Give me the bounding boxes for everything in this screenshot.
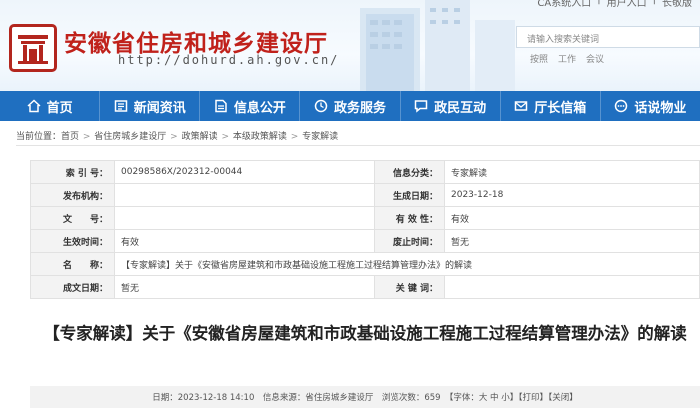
table-row: 生效时间： 有效 废止时间： 暂无 bbox=[30, 229, 700, 253]
table-row: 文 号： 有 效 性： 有效 bbox=[30, 206, 700, 230]
talk-icon bbox=[615, 99, 628, 113]
top-links: CA系统入口 | 用户入口 | 长敬版 bbox=[537, 0, 692, 9]
breadcrumb-item[interactable]: 本级政策解读 bbox=[233, 132, 287, 142]
value-effective-date: 有效 bbox=[114, 229, 375, 253]
value-repeal-date: 暂无 bbox=[444, 229, 700, 253]
table-row: 发布机构： 生成日期： 2023-12-18 bbox=[30, 183, 700, 207]
emblem-icon bbox=[18, 35, 48, 64]
table-row: 索 引 号： 00298586X/202312-00044 信息分类： 专家解读 bbox=[30, 160, 700, 184]
table-row: 成文日期： 暂无 关 键 词： bbox=[30, 275, 700, 299]
label-category: 信息分类： bbox=[374, 160, 445, 184]
service-icon bbox=[314, 99, 328, 113]
label-validity: 有 效 性： bbox=[374, 206, 445, 230]
hot-word[interactable]: 工作 bbox=[558, 52, 576, 65]
building-illustration bbox=[360, 0, 515, 91]
top-link-elder[interactable]: 长敬版 bbox=[662, 0, 692, 9]
label-written-date: 成文日期： bbox=[30, 275, 115, 299]
home-icon bbox=[27, 99, 41, 113]
hot-word[interactable]: 会议 bbox=[586, 52, 604, 65]
news-icon bbox=[114, 100, 127, 112]
breadcrumb: 当前位置：首页 > 省住房城乡建设厅 > 政策解读 > 本级政策解读 > 专家解… bbox=[16, 126, 700, 146]
nav-info-public[interactable]: 信息公开 bbox=[200, 91, 301, 121]
search-input[interactable]: 请输入搜索关键词 bbox=[516, 26, 700, 48]
table-row: 名 称： 【专家解读】关于《安徽省房屋建筑和市政基础设施工程施工过程结算管理办法… bbox=[30, 252, 700, 276]
label-publisher: 发布机构： bbox=[30, 183, 115, 207]
site-url: http://dohurd.ah.gov.cn/ bbox=[118, 53, 340, 67]
nav-news[interactable]: 新闻资讯 bbox=[100, 91, 201, 121]
breadcrumb-item[interactable]: 专家解读 bbox=[302, 132, 338, 142]
value-publisher bbox=[114, 183, 375, 207]
hot-word[interactable]: 按照 bbox=[530, 52, 548, 65]
nav-services[interactable]: 政务服务 bbox=[300, 91, 401, 121]
nav-interaction[interactable]: 政民互动 bbox=[401, 91, 501, 121]
nav-label: 新闻资讯 bbox=[133, 100, 186, 116]
value-name: 【专家解读】关于《安徽省房屋建筑和市政基础设施工程施工过程结算管理办法》的解读 bbox=[114, 252, 700, 276]
label-index: 索 引 号： bbox=[30, 160, 115, 184]
label-effective-date: 生效时间： bbox=[30, 229, 115, 253]
main-nav: 首页 新闻资讯 信息公开 政务服务 政民互动 厅长信箱 话说物业 bbox=[0, 91, 700, 121]
label-created-date: 生成日期： bbox=[374, 183, 445, 207]
value-doc-number bbox=[114, 206, 375, 230]
label-doc-number: 文 号： bbox=[30, 206, 115, 230]
breadcrumb-item[interactable]: 政策解读 bbox=[182, 132, 218, 142]
chat-icon bbox=[414, 100, 428, 113]
top-link-sep: | bbox=[597, 0, 600, 9]
nav-label: 政务服务 bbox=[333, 100, 386, 116]
nav-label: 厅长信箱 bbox=[534, 100, 587, 116]
value-category: 专家解读 bbox=[444, 160, 700, 184]
mailbox-icon bbox=[515, 101, 528, 111]
label-name: 名 称： bbox=[30, 252, 115, 276]
nav-label: 话说物业 bbox=[634, 100, 687, 116]
nav-label: 信息公开 bbox=[233, 100, 286, 116]
value-keywords bbox=[444, 275, 700, 299]
nav-label: 政民互动 bbox=[434, 100, 487, 116]
site-header: CA系统入口 | 用户入口 | 长敬版 安徽省住房和城乡建设厅 http://d… bbox=[0, 0, 700, 91]
top-link-sep: | bbox=[653, 0, 656, 9]
document-icon bbox=[215, 99, 227, 113]
article-meta: 日期：2023-12-18 14:10 信息来源：省住房城乡建设厅 浏览次数：6… bbox=[30, 386, 700, 408]
breadcrumb-separator: > bbox=[80, 132, 94, 142]
top-link-user[interactable]: 用户入口 bbox=[607, 0, 647, 9]
value-created-date: 2023-12-18 bbox=[444, 183, 700, 207]
nav-home[interactable]: 首页 bbox=[0, 91, 101, 121]
nav-mailbox[interactable]: 厅长信箱 bbox=[501, 91, 601, 121]
value-validity: 有效 bbox=[444, 206, 700, 230]
value-written-date: 暂无 bbox=[114, 275, 375, 299]
nav-property-talk[interactable]: 话说物业 bbox=[601, 91, 700, 121]
article-title: 【专家解读】关于《安徽省房屋建筑和市政基础设施工程施工过程结算管理办法》的解读 bbox=[43, 324, 687, 343]
breadcrumb-separator: > bbox=[218, 132, 232, 142]
breadcrumb-item[interactable]: 省住房城乡建设厅 bbox=[94, 132, 166, 142]
breadcrumb-separator: > bbox=[167, 132, 181, 142]
info-table: 索 引 号： 00298586X/202312-00044 信息分类： 专家解读… bbox=[30, 160, 700, 299]
label-repeal-date: 废止时间： bbox=[374, 229, 445, 253]
site-logo[interactable] bbox=[9, 24, 57, 72]
value-index: 00298586X/202312-00044 bbox=[114, 160, 375, 184]
label-keywords: 关 键 词： bbox=[374, 275, 445, 299]
breadcrumb-prefix: 当前位置： bbox=[16, 132, 62, 142]
top-link-ca[interactable]: CA系统入口 bbox=[537, 0, 591, 9]
breadcrumb-item[interactable]: 首页 bbox=[61, 132, 79, 142]
nav-label: 首页 bbox=[46, 100, 73, 116]
hot-words: 按照 工作 会议 bbox=[530, 52, 604, 65]
breadcrumb-separator: > bbox=[287, 132, 302, 142]
